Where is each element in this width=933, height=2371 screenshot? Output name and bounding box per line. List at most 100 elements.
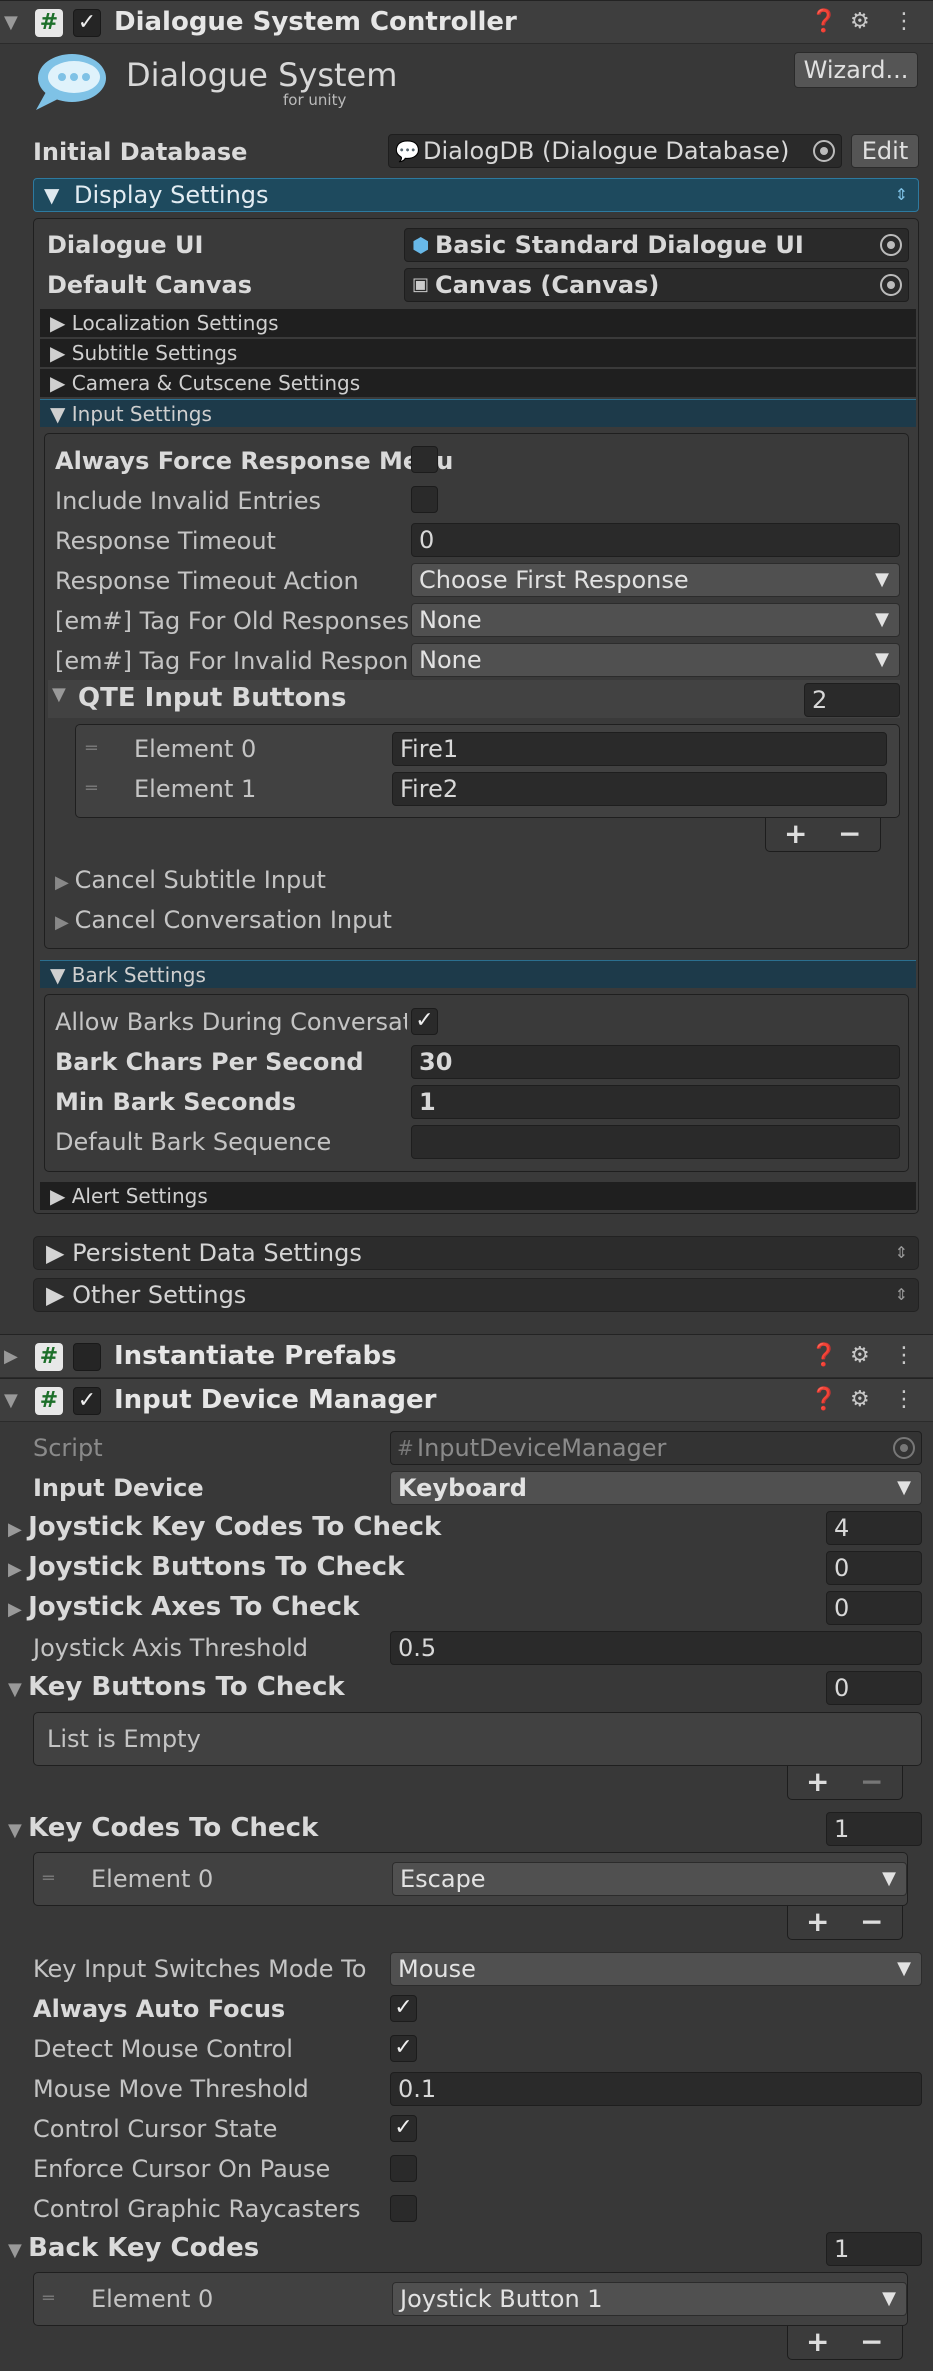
control-graphic-raycasters-checkbox[interactable] [390, 2195, 417, 2222]
bark-settings-foldout[interactable]: ▼ Bark Settings [40, 960, 916, 988]
joystick-axes-label: Joystick Axes To Check [28, 1592, 360, 1622]
key-buttons-size[interactable]: 0 [826, 1671, 922, 1705]
remove-element-button[interactable]: − [860, 1907, 883, 1937]
foldout-arrow-icon[interactable]: ▼ [4, 1390, 18, 1411]
component-header-dialogue-system-controller[interactable]: ▼ # ✓ Dialogue System Controller ❓ ⚙ ⋮ [0, 0, 933, 44]
tag-invalid-response-dropdown[interactable]: None ▼ [411, 643, 900, 677]
foldout-arrow-icon: ▼ [52, 684, 66, 705]
edit-button[interactable]: Edit [851, 134, 919, 168]
display-settings-foldout[interactable]: ▼ Display Settings ⇕ [33, 178, 919, 212]
bark-chars-per-second-field[interactable]: 30 [411, 1045, 900, 1079]
back-key-codes-size[interactable]: 1 [826, 2232, 922, 2266]
qte-element-1-label: Element 1 [134, 775, 257, 803]
response-timeout-action-dropdown[interactable]: Choose First Response ▼ [411, 563, 900, 597]
back-key-codes-element-0-dropdown[interactable]: Joystick Button 1 ▼ [392, 2282, 907, 2316]
chevron-down-icon: ▼ [875, 569, 889, 590]
sort-icon: ⇕ [894, 185, 908, 204]
joystick-axis-threshold-field[interactable]: 0.5 [390, 1631, 922, 1665]
drag-handle-icon[interactable]: ═ [43, 2290, 61, 2308]
joystick-key-codes-size[interactable]: 4 [826, 1511, 922, 1545]
joystick-buttons-foldout[interactable]: ▶ Joystick Buttons To Check [8, 1552, 404, 1585]
enabled-checkbox[interactable]: ✓ [73, 9, 101, 37]
allow-barks-checkbox[interactable]: ✓ [411, 1008, 438, 1035]
qte-input-buttons-size[interactable]: 2 [804, 683, 900, 717]
cancel-conversation-input-foldout[interactable]: ▶ Cancel Conversation Input [55, 905, 392, 938]
tag-old-responses-dropdown[interactable]: None ▼ [411, 603, 900, 637]
help-icon[interactable]: ❓ [810, 1343, 837, 1368]
dialogue-ui-field[interactable]: ⬢ Basic Standard Dialogue UI [404, 228, 909, 262]
detect-mouse-control-checkbox[interactable]: ✓ [390, 2035, 417, 2062]
other-settings-foldout[interactable]: ▶ Other Settings ⇕ [33, 1278, 919, 1312]
key-codes-size[interactable]: 1 [826, 1812, 922, 1846]
bark-settings-label: Bark Settings [71, 963, 206, 987]
tag-invalid-response-label: [em#] Tag For Invalid Response [55, 647, 407, 675]
back-key-codes-foldout[interactable]: ▼ Back Key Codes [8, 2233, 259, 2266]
help-icon[interactable]: ❓ [810, 9, 837, 34]
input-settings-foldout[interactable]: ▼ Input Settings [40, 399, 916, 427]
localization-settings-foldout[interactable]: ▶ Localization Settings [40, 309, 916, 337]
joystick-buttons-size[interactable]: 0 [826, 1551, 922, 1585]
key-buttons-foldout[interactable]: ▼ Key Buttons To Check [8, 1672, 345, 1705]
joystick-axes-foldout[interactable]: ▶ Joystick Axes To Check [8, 1592, 359, 1625]
input-device-dropdown[interactable]: Keyboard ▼ [390, 1471, 922, 1505]
initial-database-field[interactable]: 💬 DialogDB (Dialogue Database) [388, 134, 842, 168]
enabled-checkbox[interactable]: ✓ [73, 1387, 101, 1415]
component-header-input-device-manager[interactable]: ▼ # ✓ Input Device Manager ❓ ⚙ ⋮ [0, 1378, 933, 1422]
camera-cutscene-settings-foldout[interactable]: ▶ Camera & Cutscene Settings [40, 369, 916, 397]
subtitle-settings-foldout[interactable]: ▶ Subtitle Settings [40, 339, 916, 367]
default-canvas-field[interactable]: ▣ Canvas (Canvas) [404, 268, 909, 302]
min-bark-seconds-field[interactable]: 1 [411, 1085, 900, 1119]
component-header-instantiate-prefabs[interactable]: ▶ # Instantiate Prefabs ❓ ⚙ ⋮ [0, 1334, 933, 1378]
response-timeout-field[interactable]: 0 [411, 523, 900, 557]
add-element-button[interactable]: + [806, 1767, 829, 1797]
include-invalid-entries-checkbox[interactable] [411, 486, 438, 513]
remove-element-button[interactable]: − [838, 819, 861, 849]
add-element-button[interactable]: + [806, 1907, 829, 1937]
dropdown-value: Mouse [398, 1955, 476, 1983]
default-bark-sequence-field[interactable] [411, 1125, 900, 1159]
enforce-cursor-on-pause-checkbox[interactable] [390, 2155, 417, 2182]
qte-input-buttons-header[interactable]: ▼ QTE Input Buttons [48, 680, 900, 718]
wizard-button[interactable]: Wizard... [794, 52, 918, 88]
help-icon[interactable]: ❓ [810, 1387, 837, 1412]
add-element-button[interactable]: + [806, 2327, 829, 2357]
kebab-menu-icon[interactable]: ⋮ [893, 1387, 915, 1412]
control-graphic-raycasters-label: Control Graphic Raycasters [33, 2195, 361, 2223]
drag-handle-icon[interactable]: ═ [43, 1870, 61, 1888]
initial-database-value: DialogDB (Dialogue Database) [423, 137, 790, 165]
drag-handle-icon[interactable]: ═ [86, 780, 104, 798]
kebab-menu-icon[interactable]: ⋮ [893, 1343, 915, 1368]
kebab-menu-icon[interactable]: ⋮ [893, 9, 915, 34]
object-picker-icon[interactable] [880, 274, 902, 296]
dropdown-value: Joystick Button 1 [400, 2285, 603, 2313]
qte-element-1-field[interactable]: Fire2 [392, 772, 887, 806]
cancel-subtitle-input-foldout[interactable]: ▶ Cancel Subtitle Input [55, 865, 326, 898]
add-element-button[interactable]: + [784, 819, 807, 849]
preset-settings-icon[interactable]: ⚙ [850, 1343, 870, 1368]
object-picker-icon[interactable] [813, 140, 835, 162]
joystick-key-codes-foldout[interactable]: ▶ Joystick Key Codes To Check [8, 1512, 441, 1545]
enabled-checkbox[interactable] [73, 1343, 101, 1371]
qte-element-0-field[interactable]: Fire1 [392, 732, 887, 766]
joystick-axes-size[interactable]: 0 [826, 1591, 922, 1625]
key-codes-foldout[interactable]: ▼ Key Codes To Check [8, 1813, 318, 1846]
drag-handle-icon[interactable]: ═ [86, 740, 104, 758]
persistent-data-settings-foldout[interactable]: ▶ Persistent Data Settings ⇕ [33, 1236, 919, 1270]
list-empty-label: List is Empty [47, 1725, 201, 1753]
sort-icon: ⇕ [894, 1243, 908, 1262]
key-input-switches-dropdown[interactable]: Mouse ▼ [390, 1952, 922, 1986]
key-codes-element-0-dropdown[interactable]: Escape ▼ [392, 1862, 907, 1896]
alert-settings-foldout[interactable]: ▶ Alert Settings [40, 1182, 916, 1210]
remove-element-button[interactable]: − [860, 2327, 883, 2357]
object-picker-icon[interactable] [880, 234, 902, 256]
preset-settings-icon[interactable]: ⚙ [850, 1387, 870, 1412]
foldout-arrow-icon[interactable]: ▶ [4, 1346, 18, 1367]
control-cursor-state-checkbox[interactable]: ✓ [390, 2115, 417, 2142]
always-auto-focus-checkbox[interactable]: ✓ [390, 1995, 417, 2022]
foldout-arrow-icon[interactable]: ▼ [4, 12, 18, 33]
script-icon: # [35, 1343, 63, 1371]
always-force-response-menu-checkbox[interactable] [411, 446, 438, 473]
back-key-codes-element-0-label: Element 0 [91, 2285, 214, 2313]
mouse-move-threshold-field[interactable]: 0.1 [390, 2072, 922, 2106]
preset-settings-icon[interactable]: ⚙ [850, 9, 870, 34]
